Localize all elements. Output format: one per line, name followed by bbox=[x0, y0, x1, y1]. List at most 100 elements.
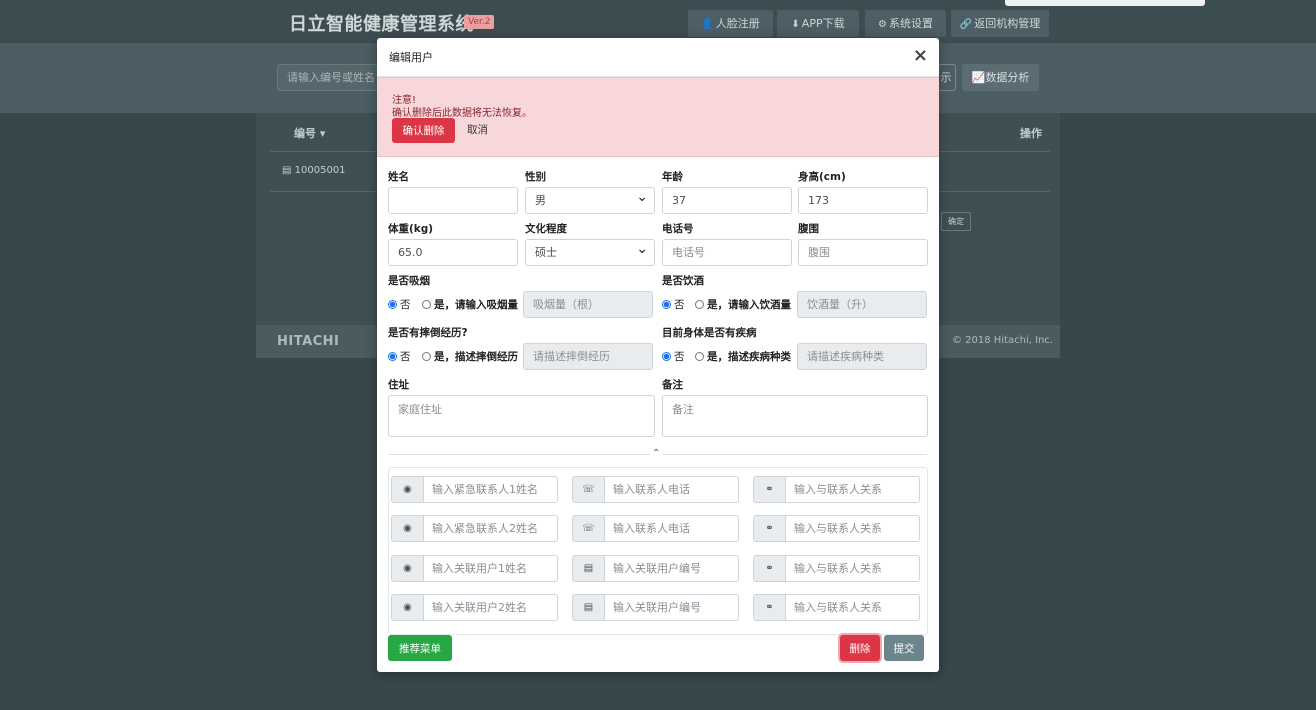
id-card-icon: ▤ bbox=[572, 594, 605, 621]
linked-user-2-id-group: ▤ 输入关联用户编号 bbox=[572, 594, 739, 621]
submit-button[interactable]: 提交 bbox=[884, 635, 924, 661]
linked-user-2-relation-group: ⚭ 输入与联系人关系 bbox=[753, 594, 920, 621]
emergency-contact-2-relation-input[interactable]: 输入与联系人关系 bbox=[785, 515, 920, 542]
phone-input[interactable]: 电话号 bbox=[662, 239, 792, 266]
user-icon: 👤 bbox=[701, 19, 714, 30]
smoking-amount-input[interactable]: 吸烟量（根） bbox=[523, 291, 653, 318]
hitachi-logo: HITACHI bbox=[277, 334, 340, 349]
age-input[interactable]: 37 bbox=[662, 187, 792, 214]
download-icon: ⬇ bbox=[791, 19, 800, 30]
linked-user-1-relation-group: ⚭ 输入与联系人关系 bbox=[753, 555, 920, 582]
data-analysis-button[interactable]: 📈数据分析 bbox=[962, 64, 1039, 91]
sort-desc-icon: ▾ bbox=[319, 127, 326, 140]
recommend-menu-button[interactable]: 推荐菜单 bbox=[388, 635, 452, 661]
copyright: © 2018 Hitachi, Inc. bbox=[952, 335, 1054, 346]
background-partial-button[interactable]: 示 bbox=[937, 64, 956, 91]
address-textarea[interactable]: 家庭住址 bbox=[388, 395, 655, 437]
waist-label: 腹围 bbox=[798, 223, 819, 235]
collapse-chevron-up-icon[interactable]: ⌃ bbox=[650, 448, 663, 459]
top-search-field[interactable] bbox=[1005, 0, 1205, 6]
emergency-contact-1-relation-input[interactable]: 输入与联系人关系 bbox=[785, 476, 920, 503]
emergency-contact-2-relation-group: ⚭ 输入与联系人关系 bbox=[753, 515, 920, 542]
nav-back-to-org-button[interactable]: 🔗 返回机构管理 bbox=[951, 10, 1049, 37]
disease-yes-radio[interactable]: 是，描述疾病种类 bbox=[695, 349, 791, 364]
emergency-contact-1-name-input[interactable]: 输入紧急联系人1姓名 bbox=[423, 476, 558, 503]
linked-user-1-id-group: ▤ 输入关联用户编号 bbox=[572, 555, 739, 582]
version-badge: Ver.2 bbox=[464, 15, 495, 29]
edit-user-modal: 编辑用户 × 注意! 确认删除后此数据将无法恢复。 确认删除 取消 姓名 性别 … bbox=[377, 38, 939, 672]
linked-user-1-name-group: ◉ 输入关联用户1姓名 bbox=[391, 555, 558, 582]
delete-button[interactable]: 删除 bbox=[840, 635, 880, 661]
gear-icon: ⚙ bbox=[878, 19, 887, 30]
alert-text: 确认删除后此数据将无法恢复。 bbox=[392, 108, 532, 119]
height-label: 身高(cm) bbox=[798, 171, 846, 183]
background-ok-button[interactable]: 确定 bbox=[941, 212, 971, 231]
name-input[interactable] bbox=[388, 187, 518, 214]
confirm-delete-button[interactable]: 确认删除 bbox=[392, 118, 455, 143]
id-card-icon: ▤ bbox=[572, 555, 605, 582]
table-row[interactable]: ▤ 10005001 bbox=[282, 165, 346, 176]
app-title: 日立智能健康管理系统 bbox=[289, 14, 474, 35]
linked-user-2-relation-input[interactable]: 输入与联系人关系 bbox=[785, 594, 920, 621]
height-input[interactable]: 173 bbox=[798, 187, 928, 214]
linked-user-1-id-input[interactable]: 输入关联用户编号 bbox=[604, 555, 739, 582]
emergency-contact-2-name-input[interactable]: 输入紧急联系人2姓名 bbox=[423, 515, 558, 542]
modal-header: 编辑用户 × bbox=[377, 38, 939, 77]
handshake-icon: ⚭ bbox=[753, 476, 786, 503]
name-label: 姓名 bbox=[388, 171, 409, 183]
delete-warning-alert: 注意! 确认删除后此数据将无法恢复。 确认删除 取消 bbox=[377, 77, 939, 157]
cancel-delete-button[interactable]: 取消 bbox=[467, 122, 488, 137]
drinking-amount-input[interactable]: 饮酒量（升） bbox=[797, 291, 927, 318]
remark-textarea[interactable]: 备注 bbox=[662, 395, 928, 437]
linked-user-2-name-input[interactable]: 输入关联用户2姓名 bbox=[423, 594, 558, 621]
close-icon[interactable]: × bbox=[913, 45, 928, 66]
phone-label: 电话号 bbox=[662, 223, 694, 235]
weight-input[interactable]: 65.0 bbox=[388, 239, 518, 266]
address-label: 住址 bbox=[388, 379, 409, 391]
waist-input[interactable]: 腹围 bbox=[798, 239, 928, 266]
fall-yes-radio[interactable]: 是，描述摔倒经历 bbox=[422, 349, 518, 364]
phone-icon: ☏ bbox=[572, 515, 605, 542]
id-card-icon: ▤ bbox=[282, 165, 292, 176]
drinking-no-radio[interactable]: 否 bbox=[662, 297, 685, 312]
handshake-icon: ⚭ bbox=[753, 555, 786, 582]
disease-no-radio[interactable]: 否 bbox=[662, 349, 685, 364]
link-icon: 🔗 bbox=[959, 19, 973, 30]
emergency-contact-1-relation-group: ⚭ 输入与联系人关系 bbox=[753, 476, 920, 503]
modal-title: 编辑用户 bbox=[389, 51, 433, 64]
linked-user-1-name-input[interactable]: 输入关联用户1姓名 bbox=[423, 555, 558, 582]
education-select[interactable]: 硕士 bbox=[525, 239, 655, 266]
weight-label: 体重(kg) bbox=[388, 223, 434, 235]
drinking-yes-radio[interactable]: 是，请输入饮酒量 bbox=[695, 297, 791, 312]
education-label: 文化程度 bbox=[525, 223, 567, 235]
fall-no-radio[interactable]: 否 bbox=[388, 349, 411, 364]
emergency-contact-1-name-group: ◉ 输入紧急联系人1姓名 bbox=[391, 476, 558, 503]
user-circle-icon: ◉ bbox=[391, 476, 424, 503]
linked-user-2-name-group: ◉ 输入关联用户2姓名 bbox=[391, 594, 558, 621]
chart-line-icon: 📈 bbox=[971, 71, 986, 84]
emergency-contact-1-phone-group: ☏ 输入联系人电话 bbox=[572, 476, 739, 503]
contacts-panel: ◉ 输入紧急联系人1姓名 ☏ 输入联系人电话 ⚭ 输入与联系人关系 ◉ 输入紧急… bbox=[388, 467, 928, 635]
phone-icon: ☏ bbox=[572, 476, 605, 503]
nav-system-settings-button[interactable]: ⚙ 系统设置 bbox=[865, 10, 946, 37]
nav-face-register-button[interactable]: 👤 人脸注册 bbox=[688, 10, 773, 37]
emergency-contact-2-phone-input[interactable]: 输入联系人电话 bbox=[604, 515, 739, 542]
remark-label: 备注 bbox=[662, 379, 683, 391]
smoking-yes-radio[interactable]: 是，请输入吸烟量 bbox=[422, 297, 518, 312]
column-header-operation: 操作 bbox=[1020, 127, 1042, 140]
background-search-input[interactable]: 请输入编号或姓名 bbox=[277, 64, 387, 91]
disease-label: 目前身体是否有疾病 bbox=[662, 327, 757, 339]
handshake-icon: ⚭ bbox=[753, 594, 786, 621]
fall-description-input[interactable]: 请描述摔倒经历 bbox=[523, 343, 653, 370]
linked-user-2-id-input[interactable]: 输入关联用户编号 bbox=[604, 594, 739, 621]
handshake-icon: ⚭ bbox=[753, 515, 786, 542]
gender-select[interactable]: 男 bbox=[525, 187, 655, 214]
emergency-contact-1-phone-input[interactable]: 输入联系人电话 bbox=[604, 476, 739, 503]
linked-user-1-relation-input[interactable]: 输入与联系人关系 bbox=[785, 555, 920, 582]
gender-label: 性别 bbox=[525, 171, 546, 183]
column-header-id[interactable]: 编号 ▾ bbox=[294, 125, 325, 141]
drinking-label: 是否饮酒 bbox=[662, 275, 704, 287]
nav-app-download-button[interactable]: ⬇ APP下载 bbox=[777, 10, 859, 37]
smoking-no-radio[interactable]: 否 bbox=[388, 297, 411, 312]
disease-description-input[interactable]: 请描述疾病种类 bbox=[797, 343, 927, 370]
